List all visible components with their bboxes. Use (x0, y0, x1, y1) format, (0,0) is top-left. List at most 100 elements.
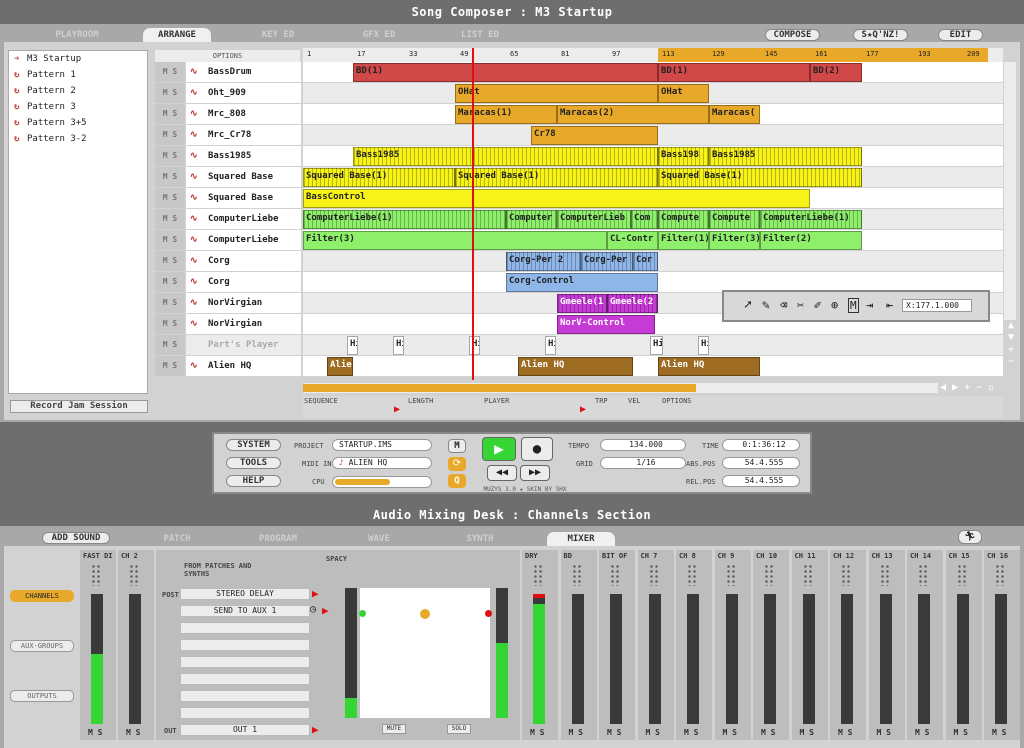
solo-button[interactable]: SOLO (447, 724, 471, 734)
help-button[interactable]: HELP (226, 475, 281, 487)
mute-solo-toggle[interactable]: M S (155, 83, 185, 103)
mute-solo-label[interactable]: M S (530, 728, 544, 737)
channel-meter[interactable] (956, 594, 969, 724)
empty-send-slot[interactable] (180, 673, 310, 685)
pattern-block[interactable]: Filter(2) (760, 231, 862, 250)
scissors-icon[interactable]: ✂ (797, 298, 804, 312)
outputs-button[interactable]: OUTPUTS (10, 690, 74, 702)
channel-meter[interactable] (610, 594, 622, 724)
channel-meter[interactable] (91, 594, 103, 724)
mute-solo-toggle[interactable]: M S (155, 104, 185, 124)
track-name[interactable]: ∿ Squared Base (186, 167, 301, 187)
mute-solo-toggle[interactable]: M S (155, 146, 185, 166)
pattern-block[interactable]: Alier (327, 357, 353, 376)
align-icon[interactable]: ⇤ (886, 298, 893, 312)
pattern-block[interactable]: Hi (545, 336, 556, 355)
channel-meter[interactable] (129, 594, 141, 724)
playhead[interactable] (472, 48, 474, 380)
send-aux-1[interactable]: SEND TO AUX 1 (180, 605, 310, 617)
channel-meter[interactable] (995, 594, 1007, 724)
mute-solo-label[interactable]: M S (126, 728, 140, 737)
pattern-block[interactable]: ComputerLiebe(1) (760, 210, 862, 229)
pattern-block[interactable]: BD(1) (353, 63, 658, 82)
track-lane[interactable] (303, 356, 1003, 376)
system-button[interactable]: SYSTEM (226, 439, 281, 451)
sequenz-button[interactable]: S★Q'NZ! (853, 29, 908, 41)
aux-groups-button[interactable]: AUX-GROUPS (10, 640, 74, 652)
mute-solo-label[interactable]: M S (569, 728, 583, 737)
pointer-icon[interactable]: ➚ (744, 298, 752, 313)
pattern-block[interactable]: Filter(1) (658, 231, 709, 250)
track-name[interactable]: ∿ BassDrum (186, 62, 301, 82)
hscroll-buttons[interactable]: ◀ ▶ + − ▫ (940, 382, 1020, 393)
pattern-block[interactable]: Filter(3) (709, 231, 760, 250)
player-marker-icon[interactable]: ▶ (580, 404, 586, 415)
pattern-block[interactable]: Cor (633, 252, 658, 271)
eraser-icon[interactable]: ⌫ (780, 298, 787, 312)
channels-button[interactable]: CHANNELS (10, 590, 74, 602)
pattern-block[interactable]: Bass1985 (709, 147, 862, 166)
track-name[interactable]: ∿ Mrc_Cr78 (186, 125, 301, 145)
mute-solo-label[interactable]: M S (607, 728, 621, 737)
track-name[interactable]: ∿ Corg (186, 251, 301, 271)
project-field[interactable]: STARTUP.IMS (332, 439, 432, 451)
vscroll-buttons[interactable]: ▲ ▼ + − (1006, 320, 1016, 368)
add-sound-button[interactable]: ADD SOUND (42, 532, 110, 544)
mute-solo-toggle[interactable]: M S (155, 230, 185, 250)
pattern-block[interactable]: BD(1) (658, 63, 810, 82)
pan-dots-icon[interactable] (533, 564, 543, 586)
pattern-block[interactable]: BD(2) (810, 63, 862, 82)
midi-in-field[interactable]: ♪ ALIEN HQ (332, 457, 432, 469)
empty-send-slot[interactable] (180, 639, 310, 651)
pattern-item[interactable]: ↻ Pattern 3 (9, 99, 147, 115)
pattern-block[interactable]: Computer (506, 210, 557, 229)
track-name[interactable]: ∿ NorVirgian (186, 293, 301, 313)
mute-solo-label[interactable]: M S (88, 728, 102, 737)
mute-solo-toggle[interactable]: M S (155, 125, 185, 145)
send-arrow-icon[interactable]: ▶ (312, 587, 319, 600)
pattern-block[interactable]: Alien HQ (658, 357, 760, 376)
pattern-block[interactable]: Squared Base(1) (303, 168, 455, 187)
pattern-block[interactable]: BassControl (303, 189, 810, 208)
pattern-block[interactable]: Cr78 (531, 126, 658, 145)
knob-icon[interactable]: ◷ (310, 604, 316, 615)
pattern-block[interactable]: Maracas(2) (557, 105, 709, 124)
track-name[interactable]: ∿ Corg (186, 272, 301, 292)
pattern-block[interactable]: Compute (658, 210, 709, 229)
pattern-item[interactable]: ↻ Pattern 1 (9, 67, 147, 83)
pattern-block[interactable]: Bass1985 (353, 147, 658, 166)
mute-solo-toggle[interactable]: M S (155, 314, 185, 334)
pattern-block[interactable]: Corg-Control (506, 273, 658, 292)
mute-solo-toggle[interactable]: M S (155, 251, 185, 271)
pan-dots-icon[interactable] (802, 564, 813, 586)
pattern-block[interactable]: Bass198 (658, 147, 709, 166)
empty-send-slot[interactable] (180, 690, 310, 702)
pattern-block[interactable]: ComputerLiebe(1) (303, 210, 506, 229)
channel-meter[interactable] (687, 594, 699, 724)
pan-dots-icon[interactable] (687, 564, 697, 586)
options-header[interactable]: OPTIONS (155, 50, 300, 62)
tab-wave[interactable]: WAVE (345, 532, 413, 546)
stop-button[interactable]: ● (521, 437, 553, 461)
fast-forward-button[interactable]: ▶▶ (520, 465, 550, 481)
tab-program[interactable]: PROGRAM (244, 532, 312, 546)
empty-send-slot[interactable] (180, 622, 310, 634)
channel-meter[interactable] (571, 594, 584, 724)
mute-solo-toggle[interactable]: M S (155, 272, 185, 292)
pan-dots-icon[interactable] (764, 564, 774, 586)
tempo-field[interactable]: 134.000 (600, 439, 686, 451)
track-name[interactable]: ∿ Oht_909 (186, 83, 301, 103)
pattern-block[interactable]: Hi (347, 336, 358, 355)
horizontal-scroll-thumb[interactable] (303, 384, 696, 392)
pan-dots-icon[interactable] (725, 564, 736, 586)
empty-send-slot[interactable] (180, 656, 310, 668)
channel-meter[interactable] (648, 594, 661, 724)
pan-dots-icon[interactable] (610, 564, 620, 586)
tab-playroom[interactable]: PLAYROOM (12, 28, 142, 42)
mute-solo-label[interactable]: M S (954, 728, 968, 737)
empty-send-slot[interactable] (180, 707, 310, 719)
pattern-block[interactable]: Squared Base(1) (455, 168, 658, 187)
tab-gfx-ed[interactable]: GFX ED (345, 28, 413, 42)
mute-solo-label[interactable]: M S (684, 728, 698, 737)
pencil-icon[interactable]: ✎ (762, 298, 770, 313)
